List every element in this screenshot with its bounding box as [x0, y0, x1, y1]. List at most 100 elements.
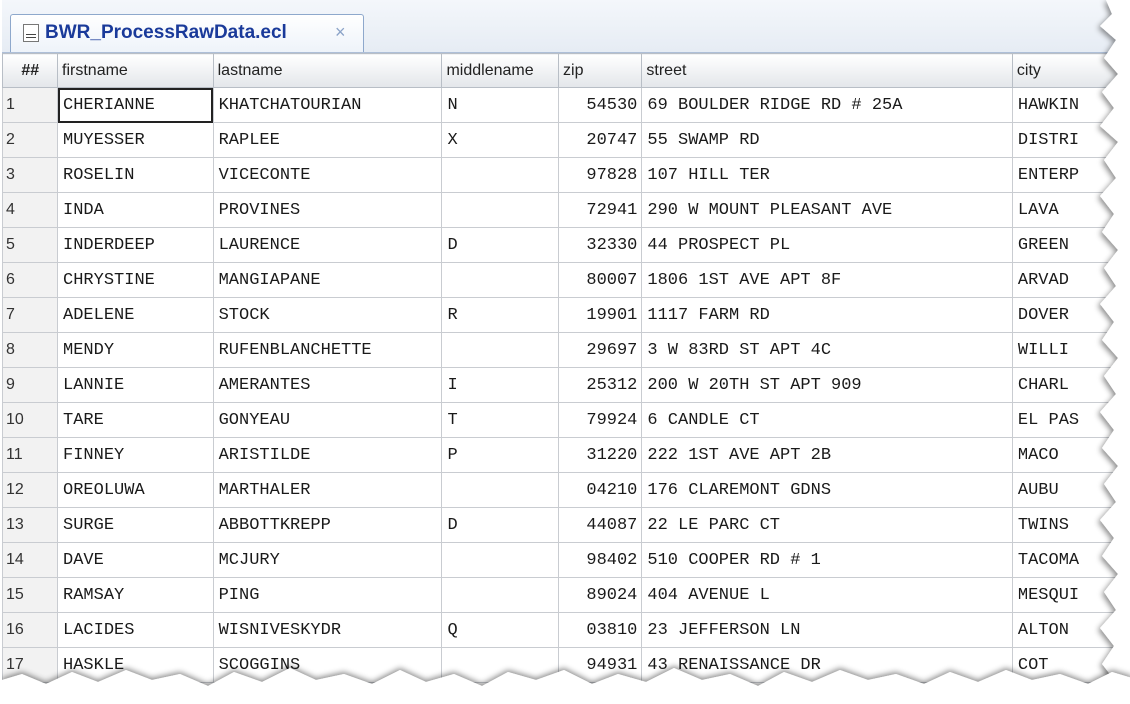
- cell-lastname[interactable]: STOCK: [212, 297, 443, 333]
- cell-street[interactable]: 1806 1ST AVE APT 8F: [641, 262, 1013, 298]
- cell-city[interactable]: EL PAS: [1011, 402, 1130, 438]
- table-row[interactable]: 1 CHERIANNE KHATCHATOURIAN N 54530 69 BOULDER…: [2, 87, 1130, 123]
- column-header-lastname[interactable]: lastname: [212, 53, 443, 88]
- cell-middlename[interactable]: X: [441, 122, 560, 158]
- cell-street[interactable]: 1117 FARM RD: [641, 297, 1013, 333]
- cell-city[interactable]: MESQUI: [1011, 577, 1130, 613]
- cell-city[interactable]: CHARL: [1011, 367, 1130, 403]
- cell-zip[interactable]: 79924: [558, 402, 643, 438]
- cell-city[interactable]: COT: [1011, 647, 1130, 683]
- cell-middlename[interactable]: I: [441, 367, 560, 403]
- cell-firstname[interactable]: CHRYSTINE: [57, 262, 214, 298]
- table-row[interactable]: 5 INDERDEEP LAURENCE D 32330 44 PROSPECT PL GR…: [2, 227, 1130, 263]
- cell-lastname[interactable]: MARTHALER: [212, 472, 443, 508]
- cell-firstname[interactable]: LACIDES: [57, 612, 214, 648]
- cell-middlename[interactable]: [441, 262, 560, 298]
- cell-lastname[interactable]: LAURENCE: [212, 227, 443, 263]
- cell-firstname[interactable]: FINNEY: [57, 437, 214, 473]
- cell-middlename[interactable]: P: [441, 437, 560, 473]
- cell-middlename[interactable]: [441, 577, 560, 613]
- table-row[interactable]: 8 MENDY RUFENBLANCHETTE 29697 3 W 83RD ST AP…: [2, 332, 1130, 368]
- cell-middlename[interactable]: [441, 192, 560, 228]
- cell-street[interactable]: 22 LE PARC CT: [641, 507, 1013, 543]
- cell-middlename[interactable]: [441, 647, 560, 683]
- cell-street[interactable]: 290 W MOUNT PLEASANT AVE: [641, 192, 1013, 228]
- cell-firstname[interactable]: HASKLE: [57, 647, 214, 683]
- cell-zip[interactable]: 89024: [558, 577, 643, 613]
- cell-lastname[interactable]: ARISTILDE: [212, 437, 443, 473]
- cell-zip[interactable]: 03810: [558, 612, 643, 648]
- cell-zip[interactable]: 98402: [558, 542, 643, 578]
- cell-city[interactable]: TWINS: [1011, 507, 1130, 543]
- table-row[interactable]: 12 OREOLUWA MARTHALER 04210 176 CLAREMONT GD…: [2, 472, 1130, 508]
- cell-zip[interactable]: 25312: [558, 367, 643, 403]
- cell-zip[interactable]: 04210: [558, 472, 643, 508]
- column-header-city[interactable]: city: [1011, 53, 1130, 88]
- cell-middlename[interactable]: N: [441, 87, 560, 123]
- cell-firstname[interactable]: TARE: [57, 402, 214, 438]
- cell-city[interactable]: HAWKIN: [1011, 87, 1130, 123]
- cell-firstname[interactable]: OREOLUWA: [57, 472, 214, 508]
- cell-firstname[interactable]: MENDY: [57, 332, 214, 368]
- cell-city[interactable]: MACO: [1011, 437, 1130, 473]
- cell-street[interactable]: 176 CLAREMONT GDNS: [641, 472, 1013, 508]
- table-row[interactable]: 11 FINNEY ARISTILDE P 31220 222 1ST AVE APT 2…: [2, 437, 1130, 473]
- cell-city[interactable]: GREEN: [1011, 227, 1130, 263]
- cell-lastname[interactable]: SCOGGINS: [212, 647, 443, 683]
- cell-firstname[interactable]: CHERIANNE: [57, 87, 214, 123]
- cell-lastname[interactable]: GONYEAU: [212, 402, 443, 438]
- cell-city[interactable]: WILLI: [1011, 332, 1130, 368]
- cell-firstname[interactable]: MUYESSER: [57, 122, 214, 158]
- cell-middlename[interactable]: [441, 332, 560, 368]
- cell-zip[interactable]: 20747: [558, 122, 643, 158]
- cell-zip[interactable]: 29697: [558, 332, 643, 368]
- cell-zip[interactable]: 80007: [558, 262, 643, 298]
- table-row[interactable]: 14 DAVE MCJURY 98402 510 COOPER RD # 1 TACOMA: [2, 542, 1130, 578]
- cell-middlename[interactable]: [441, 542, 560, 578]
- cell-city[interactable]: DOVER: [1011, 297, 1130, 333]
- cell-firstname[interactable]: INDERDEEP: [57, 227, 214, 263]
- cell-city[interactable]: ARVAD: [1011, 262, 1130, 298]
- cell-city[interactable]: DISTRI: [1011, 122, 1130, 158]
- cell-street[interactable]: 222 1ST AVE APT 2B: [641, 437, 1013, 473]
- column-header-firstname[interactable]: firstname: [57, 53, 214, 88]
- cell-firstname[interactable]: RAMSAY: [57, 577, 214, 613]
- cell-lastname[interactable]: RAPLEE: [212, 122, 443, 158]
- cell-zip[interactable]: 44087: [558, 507, 643, 543]
- cell-street[interactable]: 6 CANDLE CT: [641, 402, 1013, 438]
- cell-street[interactable]: 200 W 20TH ST APT 909: [641, 367, 1013, 403]
- cell-street[interactable]: 43 RENAISSANCE DR: [641, 647, 1013, 683]
- cell-street[interactable]: 23 JEFFERSON LN: [641, 612, 1013, 648]
- column-header-middlename[interactable]: middlename: [441, 53, 560, 88]
- cell-lastname[interactable]: MCJURY: [212, 542, 443, 578]
- cell-firstname[interactable]: ADELENE: [57, 297, 214, 333]
- table-row[interactable]: 16 LACIDES WISNIVESKYDR Q 03810 23 JEFFERSON …: [2, 612, 1130, 648]
- table-row[interactable]: 13 SURGE ABBOTTKREPP D 44087 22 LE PARC CT TWI…: [2, 507, 1130, 543]
- cell-firstname[interactable]: DAVE: [57, 542, 214, 578]
- cell-middlename[interactable]: D: [441, 227, 560, 263]
- cell-middlename[interactable]: D: [441, 507, 560, 543]
- column-header-zip[interactable]: zip: [558, 53, 643, 88]
- table-row[interactable]: 10 TARE GONYEAU T 79924 6 CANDLE CT EL PAS: [2, 402, 1130, 438]
- table-row[interactable]: 4 INDA PROVINES 72941 290 W MOUNT PLEASANT A…: [2, 192, 1130, 228]
- table-row[interactable]: 6 CHRYSTINE MANGIAPANE 80007 1806 1ST AVE AP…: [2, 262, 1130, 298]
- cell-lastname[interactable]: AMERANTES: [212, 367, 443, 403]
- cell-street[interactable]: 55 SWAMP RD: [641, 122, 1013, 158]
- cell-zip[interactable]: 72941: [558, 192, 643, 228]
- cell-middlename[interactable]: [441, 157, 560, 193]
- table-row[interactable]: 2 MUYESSER RAPLEE X 20747 55 SWAMP RD DISTRI: [2, 122, 1130, 158]
- cell-firstname[interactable]: ROSELIN: [57, 157, 214, 193]
- cell-zip[interactable]: 31220: [558, 437, 643, 473]
- cell-lastname[interactable]: VICECONTE: [212, 157, 443, 193]
- cell-zip[interactable]: 54530: [558, 87, 643, 123]
- cell-lastname[interactable]: PING: [212, 577, 443, 613]
- cell-city[interactable]: TACOMA: [1011, 542, 1130, 578]
- cell-street[interactable]: 44 PROSPECT PL: [641, 227, 1013, 263]
- cell-street[interactable]: 107 HILL TER: [641, 157, 1013, 193]
- cell-city[interactable]: ALTON: [1011, 612, 1130, 648]
- cell-street[interactable]: 404 AVENUE L: [641, 577, 1013, 613]
- cell-lastname[interactable]: RUFENBLANCHETTE: [212, 332, 443, 368]
- close-icon[interactable]: ×: [335, 22, 346, 43]
- cell-middlename[interactable]: R: [441, 297, 560, 333]
- cell-street[interactable]: 3 W 83RD ST APT 4C: [641, 332, 1013, 368]
